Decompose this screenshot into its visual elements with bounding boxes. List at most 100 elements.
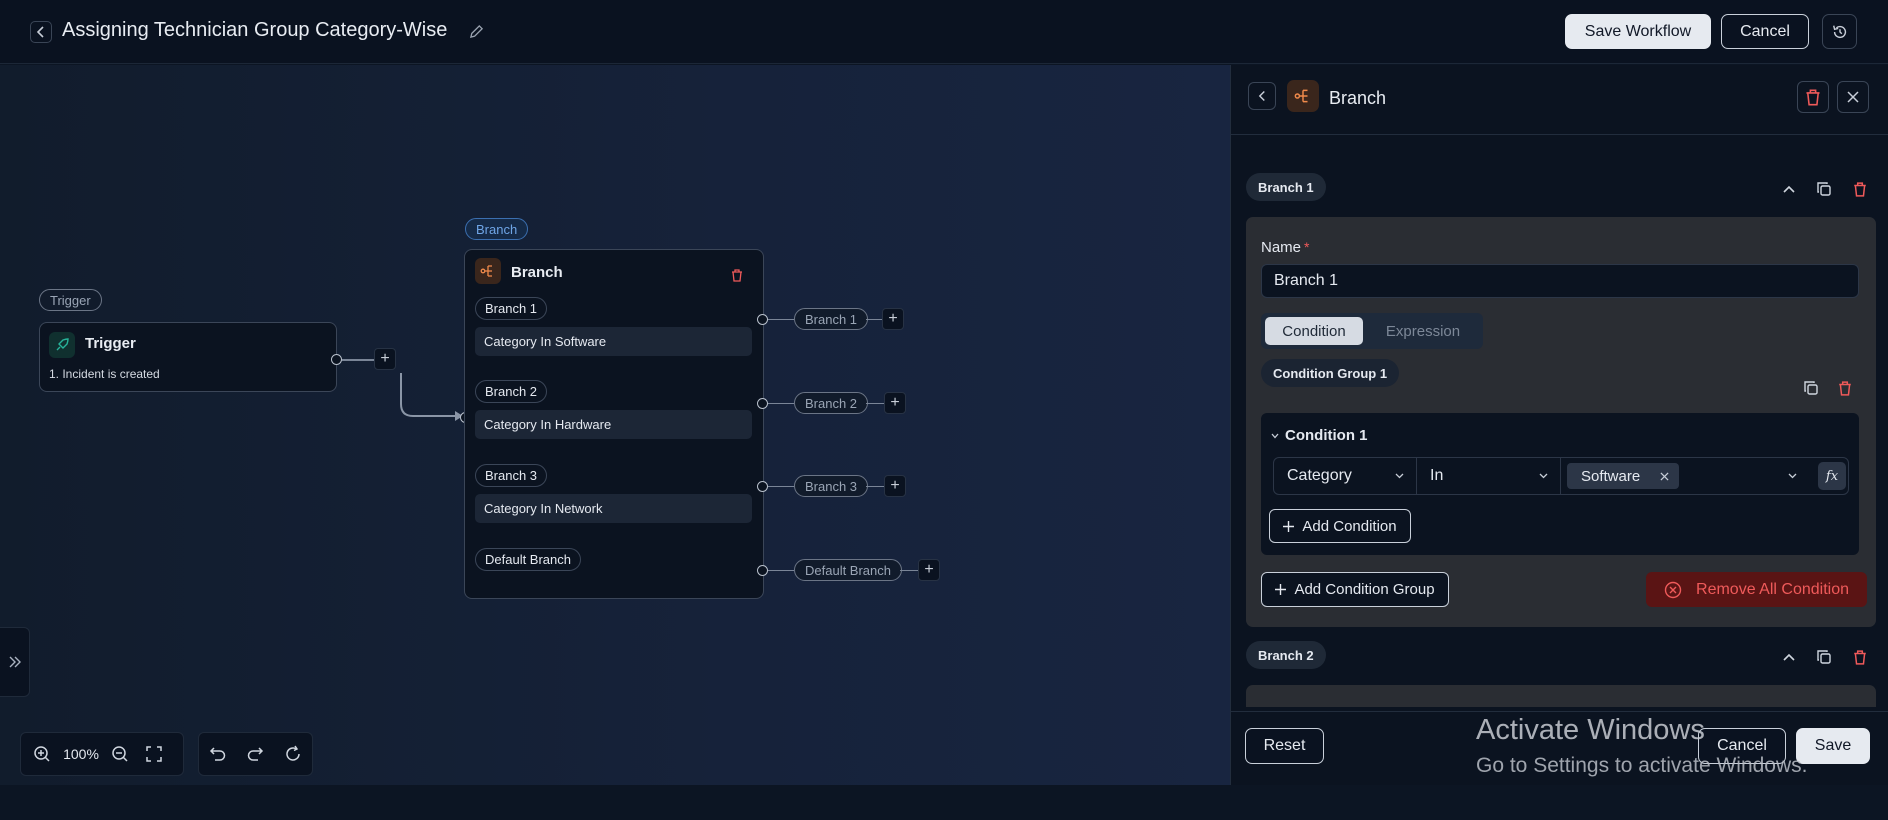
undo-button[interactable] <box>201 737 235 771</box>
add-step-button[interactable]: + <box>374 348 396 370</box>
branch-2-pill: Branch 2 <box>1246 641 1326 669</box>
trigger-event: 1. Incident is created <box>49 367 160 381</box>
field-select[interactable]: Category <box>1274 458 1417 494</box>
history-button[interactable] <box>1822 14 1857 49</box>
history-controls <box>198 732 313 776</box>
add-branch-1-step-button[interactable]: + <box>882 308 904 330</box>
pencil-icon[interactable] <box>467 22 485 40</box>
condition-mode-toggle: Condition Expression <box>1261 313 1483 349</box>
rocket-icon <box>49 332 75 358</box>
operator-select[interactable]: In <box>1417 458 1561 494</box>
tab-condition[interactable]: Condition <box>1265 317 1363 345</box>
chevron-left-icon <box>1258 90 1265 102</box>
undo-icon <box>209 747 226 761</box>
add-default-step-button[interactable]: + <box>918 559 940 581</box>
close-icon[interactable] <box>1660 471 1669 481</box>
condition-1-header[interactable]: Condition 1 <box>1271 427 1368 444</box>
branch-icon <box>475 258 501 284</box>
connector-line <box>866 403 884 404</box>
connector-line <box>342 359 374 361</box>
delete-group-button[interactable] <box>1835 378 1855 398</box>
plus-icon <box>1283 520 1295 532</box>
branch-2-output-port[interactable] <box>757 398 768 409</box>
connector-curve <box>400 373 463 421</box>
tab-expression[interactable]: Expression <box>1373 317 1473 345</box>
copy-icon <box>1817 182 1831 196</box>
close-panel-button[interactable] <box>1837 81 1869 113</box>
refresh-button[interactable] <box>276 737 310 771</box>
condition-1-box: Condition 1 Category In Software fx Add … <box>1261 413 1859 555</box>
operator-value: In <box>1430 467 1444 484</box>
history-icon <box>1832 25 1846 38</box>
chevron-left-icon <box>36 26 44 38</box>
panel-back-button[interactable] <box>1248 82 1276 110</box>
add-branch-2-step-button[interactable]: + <box>884 392 906 414</box>
copy-icon <box>1817 650 1831 664</box>
expand-sidebar-button[interactable] <box>0 627 30 697</box>
branch-3-output-port[interactable] <box>757 481 768 492</box>
save-workflow-button[interactable]: Save Workflow <box>1565 14 1711 49</box>
remove-all-condition-button[interactable]: Remove All Condition <box>1646 572 1867 607</box>
fit-view-button[interactable] <box>137 737 171 771</box>
trash-icon[interactable] <box>727 265 747 285</box>
collapse-branch-2-button[interactable] <box>1779 647 1799 667</box>
collapse-branch-1-button[interactable] <box>1779 179 1799 199</box>
chevron-up-icon <box>1783 185 1795 193</box>
branch-tag: Branch <box>465 218 529 240</box>
delete-branch-2-button[interactable] <box>1850 647 1870 667</box>
default-output-label: Default Branch <box>794 559 902 581</box>
name-input[interactable]: Branch 1 <box>1261 264 1859 298</box>
chevron-down-icon <box>1539 473 1548 479</box>
default-output-port[interactable] <box>757 565 768 576</box>
connector-line <box>866 319 882 320</box>
add-condition-group-button[interactable]: Add Condition Group <box>1261 572 1449 607</box>
add-branch-3-step-button[interactable]: + <box>884 475 906 497</box>
branch-config-panel: Branch Branch 1 Name * Branch 1 Condition… <box>1230 65 1888 785</box>
chevron-down-icon <box>1788 473 1797 479</box>
fullscreen-icon <box>146 746 162 762</box>
trigger-node[interactable]: Trigger 1. Incident is created <box>39 322 337 392</box>
add-condition-group-label: Add Condition Group <box>1294 581 1435 598</box>
branch-row-label-1: Branch 1 <box>475 297 548 320</box>
branch-1-output-label: Branch 1 <box>794 308 869 330</box>
condition-1-title: Condition 1 <box>1285 427 1368 444</box>
workflow-canvas[interactable]: Trigger Trigger 1. Incident is created +… <box>0 65 1230 785</box>
trigger-output-port[interactable] <box>331 354 342 365</box>
redo-button[interactable] <box>238 737 272 771</box>
branch-condition-3: Category In Network <box>475 494 752 523</box>
delete-node-button[interactable] <box>1797 81 1829 113</box>
duplicate-group-button[interactable] <box>1801 378 1821 398</box>
branch-1-output-port[interactable] <box>757 314 768 325</box>
branch-2-output-label: Branch 2 <box>794 392 869 414</box>
duplicate-branch-1-button[interactable] <box>1814 179 1834 199</box>
function-button[interactable]: fx <box>1818 462 1846 490</box>
trigger-tag: Trigger <box>39 289 102 311</box>
branch-condition-2: Category In Hardware <box>475 410 752 439</box>
reset-button[interactable]: Reset <box>1245 728 1324 764</box>
branch-condition-1: Category In Software <box>475 327 752 356</box>
branch-1-pill: Branch 1 <box>1246 173 1326 201</box>
duplicate-branch-2-button[interactable] <box>1814 647 1834 667</box>
connector-line <box>900 570 918 571</box>
chevron-down-icon <box>1395 473 1404 479</box>
branch-1-card: Name * Branch 1 Condition Expression Cond… <box>1246 217 1876 627</box>
value-select[interactable]: Software <box>1561 458 1811 494</box>
condition-row: Category In Software fx <box>1273 457 1849 495</box>
cancel-button[interactable]: Cancel <box>1721 14 1809 49</box>
connector-line <box>768 570 794 571</box>
branch-node[interactable]: Branch Branch 1 Category In Software Bra… <box>464 249 764 599</box>
trigger-node-title: Trigger <box>85 335 136 352</box>
branch-icon <box>1287 80 1319 112</box>
refresh-icon <box>286 745 300 761</box>
zoom-out-button[interactable] <box>103 737 137 771</box>
chevron-down-icon <box>1271 433 1279 438</box>
zoom-in-button[interactable] <box>25 737 59 771</box>
workflow-title: Assigning Technician Group Category-Wise <box>62 19 448 41</box>
back-button[interactable] <box>30 21 52 43</box>
delete-branch-1-button[interactable] <box>1850 179 1870 199</box>
add-condition-button[interactable]: Add Condition <box>1269 509 1411 543</box>
connector-line <box>768 403 794 404</box>
branch-node-title: Branch <box>511 264 563 281</box>
remove-all-label: Remove All Condition <box>1696 580 1849 598</box>
zoom-in-icon <box>34 746 50 762</box>
